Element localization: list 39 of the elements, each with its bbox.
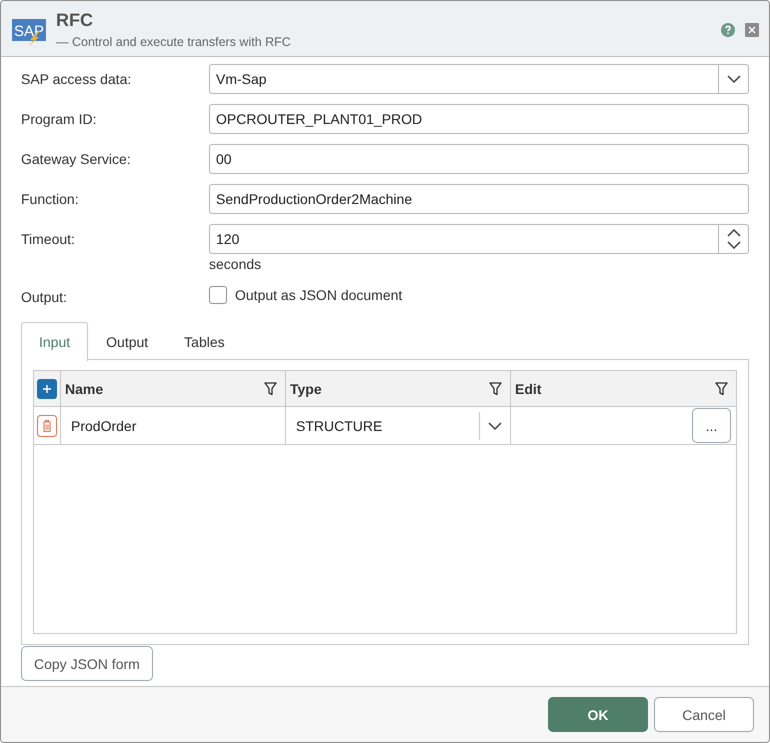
column-header[interactable]: Edit bbox=[511, 371, 736, 406]
field-label: Gateway Service: bbox=[21, 150, 132, 169]
column-header[interactable]: Type bbox=[286, 371, 511, 406]
cancel-button[interactable]: Cancel bbox=[654, 697, 754, 732]
field-label: Timeout: bbox=[21, 230, 76, 249]
column-header[interactable]: Name bbox=[61, 371, 286, 406]
type-dropdown[interactable]: STRUCTURE bbox=[286, 407, 511, 444]
text-field[interactable]: 00 bbox=[209, 144, 749, 174]
field-label: Output: bbox=[21, 288, 68, 307]
chevron-down-icon bbox=[488, 422, 502, 430]
edit-button[interactable]: ... bbox=[692, 408, 731, 443]
tab[interactable]: Tables bbox=[166, 322, 243, 360]
filter-icon[interactable] bbox=[489, 382, 502, 396]
text-field[interactable]: OPCROUTER_PLANT01_PROD bbox=[209, 104, 749, 134]
spin-arrows-icon[interactable] bbox=[726, 228, 740, 250]
chevron-down-icon bbox=[726, 75, 740, 83]
text-field[interactable]: SendProductionOrder2Machine bbox=[209, 184, 749, 214]
table-cell-text: ProdOrder bbox=[71, 418, 138, 434]
filter-icon[interactable] bbox=[715, 382, 728, 396]
dropdown-field[interactable]: Vm-Sap bbox=[209, 64, 749, 94]
unit-label: seconds bbox=[209, 255, 262, 273]
tab[interactable]: Input bbox=[21, 322, 88, 361]
tab[interactable]: Output bbox=[88, 322, 166, 360]
dialog-subtitle: — Control and execute transfers with RFC bbox=[56, 35, 292, 49]
ok-button[interactable]: OK bbox=[548, 697, 648, 732]
help-icon[interactable] bbox=[721, 23, 735, 37]
dialog-title: RFC bbox=[56, 9, 94, 31]
number-field[interactable]: 120 bbox=[209, 224, 749, 254]
field-label: Program ID: bbox=[21, 110, 98, 129]
close-icon[interactable] bbox=[745, 23, 759, 37]
filter-icon[interactable] bbox=[264, 382, 277, 396]
checkbox-label[interactable]: Output as JSON document bbox=[235, 287, 402, 303]
checkbox[interactable] bbox=[209, 286, 227, 304]
trash-icon[interactable] bbox=[37, 414, 57, 436]
field-label: Function: bbox=[21, 190, 80, 209]
field-label: SAP access data: bbox=[21, 70, 132, 89]
copy-json-button[interactable]: Copy JSON form bbox=[21, 646, 153, 681]
sap-logo: SAP bbox=[12, 17, 46, 47]
add-icon[interactable] bbox=[37, 378, 57, 398]
